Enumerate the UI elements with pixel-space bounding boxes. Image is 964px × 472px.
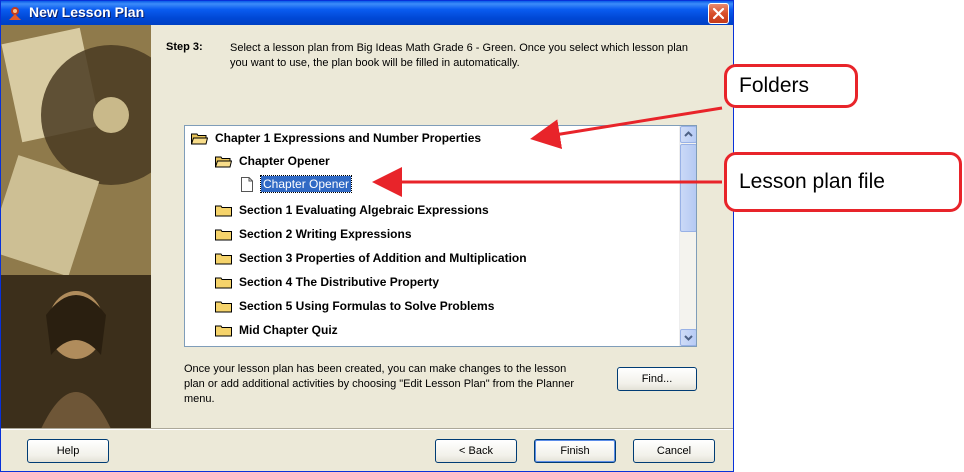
open-folder-icon	[215, 156, 232, 167]
tree-item-label: Section 4 The Distributive Property	[239, 275, 440, 289]
tree-item-label: Chapter Opener	[239, 154, 330, 168]
tree-folder-section-2[interactable]: Section 2 Writing Expressions	[215, 223, 412, 245]
teacher-collage-graphic	[1, 25, 151, 429]
tree-folder-chapter-opener[interactable]: Chapter Opener	[215, 150, 330, 172]
folder-icon	[215, 301, 232, 312]
tree-item-label: Section 2 Writing Expressions	[239, 227, 412, 241]
document-icon	[241, 176, 253, 192]
window-title: New Lesson Plan	[29, 4, 145, 20]
back-button[interactable]: < Back	[435, 439, 517, 463]
scroll-up-button[interactable]	[680, 126, 696, 143]
title-bar[interactable]: New Lesson Plan	[1, 1, 733, 25]
folder-icon	[215, 345, 232, 348]
find-button[interactable]: Find...	[617, 367, 697, 391]
folders-callout: Folders	[724, 64, 858, 108]
tree-item-label: Chapter 1 Expressions and Number Propert…	[215, 131, 482, 145]
step-label: Step 3:	[166, 41, 203, 53]
chevron-down-icon	[684, 335, 693, 341]
folder-icon	[215, 277, 232, 288]
tree-folder-chapter-1[interactable]: Chapter 1 Expressions and Number Propert…	[191, 127, 481, 149]
folder-icon	[215, 325, 232, 336]
close-button[interactable]	[708, 3, 729, 24]
tree-folder-partial	[215, 340, 239, 348]
chevron-up-icon	[684, 131, 693, 137]
step-instructions: Select a lesson plan from Big Ideas Math…	[230, 42, 688, 69]
vertical-scrollbar[interactable]	[679, 126, 696, 346]
tree-folder-section-3[interactable]: Section 3 Properties of Addition and Mul…	[215, 247, 527, 269]
cancel-button[interactable]: Cancel	[633, 439, 715, 463]
tree-item-label: Section 3 Properties of Addition and Mul…	[239, 251, 527, 265]
folder-icon	[215, 205, 232, 216]
tree-folder-mid-chapter-quiz[interactable]: Mid Chapter Quiz	[215, 319, 338, 341]
footer-separator	[1, 428, 733, 430]
help-button[interactable]: Help	[27, 439, 109, 463]
folder-icon	[215, 253, 232, 264]
lesson-plan-tree[interactable]: Chapter 1 Expressions and Number Propert…	[184, 125, 697, 347]
scroll-down-button[interactable]	[680, 329, 696, 346]
tree-folder-section-1[interactable]: Section 1 Evaluating Algebraic Expressio…	[215, 199, 489, 221]
new-lesson-plan-dialog: New Lesson Plan Step 3: Select a lesson …	[0, 0, 734, 472]
lesson-plan-file-callout: Lesson plan file	[724, 152, 962, 212]
tree-item-label: Section 5 Using Formulas to Solve Proble…	[239, 299, 495, 313]
tree-item-label-selected: Chapter Opener	[259, 175, 353, 193]
finish-button[interactable]: Finish	[534, 439, 616, 463]
tree-folder-section-5[interactable]: Section 5 Using Formulas to Solve Proble…	[215, 295, 494, 317]
info-text: Once your lesson plan has been created, …	[184, 363, 574, 405]
lesson-plan-icon	[9, 7, 21, 20]
tree-file-chapter-opener[interactable]: Chapter Opener	[241, 173, 353, 195]
tree-item-label: Section 1 Evaluating Algebraic Expressio…	[239, 203, 489, 217]
scroll-thumb[interactable]	[680, 144, 696, 232]
open-folder-icon	[191, 133, 208, 144]
decorative-teacher-image	[1, 25, 151, 429]
folder-icon	[215, 229, 232, 240]
tree-folder-section-4[interactable]: Section 4 The Distributive Property	[215, 271, 439, 293]
close-icon	[712, 7, 725, 20]
tree-item-label: Mid Chapter Quiz	[239, 323, 338, 337]
